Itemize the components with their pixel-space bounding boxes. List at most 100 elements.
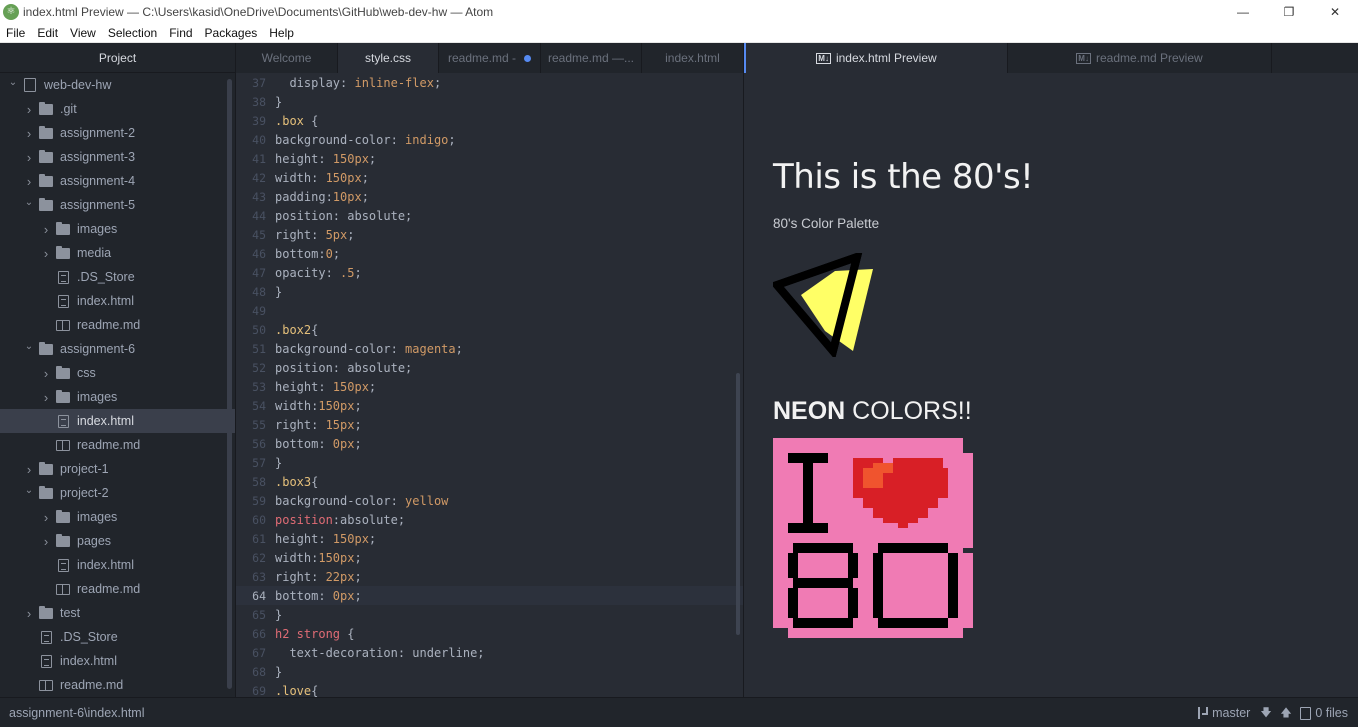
- code-line[interactable]: 40 background-color: indigo;: [236, 130, 744, 149]
- code-line[interactable]: 61 height: 150px;: [236, 529, 744, 548]
- tree-folder-assignment-5[interactable]: ⌄ assignment-5: [0, 193, 235, 217]
- code-line[interactable]: 65}: [236, 605, 744, 624]
- tree-file-readme-md[interactable]: readme.md: [0, 577, 235, 601]
- code-line[interactable]: 63 right: 22px;: [236, 567, 744, 586]
- code-token: .box: [275, 113, 304, 128]
- changed-files[interactable]: 0 files: [1300, 706, 1348, 720]
- code-token: 10px: [332, 189, 362, 204]
- maximize-button[interactable]: ❐: [1266, 0, 1312, 23]
- tree-folder-css[interactable]: › css: [0, 361, 235, 385]
- code-line[interactable]: 57}: [236, 453, 744, 472]
- tree-folder-project-1[interactable]: › project-1: [0, 457, 235, 481]
- menu-selection[interactable]: Selection: [102, 26, 163, 40]
- code-line[interactable]: 45 right: 5px;: [236, 225, 744, 244]
- code-line[interactable]: 46 bottom:0;: [236, 244, 744, 263]
- tree-folder-project-2[interactable]: ⌄ project-2: [0, 481, 235, 505]
- tree-scrollbar[interactable]: [227, 79, 232, 689]
- tree-folder-pages[interactable]: › pages: [0, 529, 235, 553]
- tree-folder-assignment-3[interactable]: › assignment-3: [0, 145, 235, 169]
- status-right: master 🡇 🡅 0 files: [1196, 698, 1358, 727]
- tab-readme-md[interactable]: readme.md -: [439, 43, 541, 73]
- tree-file--ds-store[interactable]: .DS_Store: [0, 265, 235, 289]
- code-line[interactable]: 47 opacity: .5;: [236, 263, 744, 282]
- folder-icon: [38, 341, 54, 356]
- tree-folder-assignment-4[interactable]: › assignment-4: [0, 169, 235, 193]
- menu-view[interactable]: View: [64, 26, 102, 40]
- tab-index-html-preview[interactable]: M↓ index.html Preview: [744, 43, 1008, 73]
- code-line[interactable]: 59 background-color: yellow: [236, 491, 744, 510]
- tree-file-index-html[interactable]: index.html: [0, 409, 235, 433]
- tree-item-label: media: [77, 246, 112, 260]
- git-push-button[interactable]: 🡅: [1280, 704, 1291, 723]
- code-token: ;: [354, 436, 362, 451]
- tree-file-index-html[interactable]: index.html: [0, 289, 235, 313]
- code-line[interactable]: 69 .love{: [236, 681, 744, 698]
- minimize-button[interactable]: —: [1220, 0, 1266, 23]
- code-line[interactable]: 54 width:150px;: [236, 396, 744, 415]
- code-line[interactable]: 55 right: 15px;: [236, 415, 744, 434]
- line-number: 38: [252, 94, 266, 109]
- menu-help[interactable]: Help: [263, 26, 300, 40]
- close-button[interactable]: ✕: [1312, 0, 1358, 23]
- tree-folder-assignment-6[interactable]: ⌄ assignment-6: [0, 337, 235, 361]
- tree-folder-test[interactable]: › test: [0, 601, 235, 625]
- code-line[interactable]: 41 height: 150px;: [236, 149, 744, 168]
- tree-file-readme-md[interactable]: readme.md: [0, 433, 235, 457]
- menu-file[interactable]: File: [0, 26, 31, 40]
- tab-index-html[interactable]: index.html: [642, 43, 744, 73]
- code-line[interactable]: 43 padding:10px;: [236, 187, 744, 206]
- code-line[interactable]: 39 .box {: [236, 111, 744, 130]
- code-line[interactable]: 51 background-color: magenta;: [236, 339, 744, 358]
- code-line[interactable]: 56 bottom: 0px;: [236, 434, 744, 453]
- folder-icon: [55, 509, 71, 524]
- code-editor[interactable]: 37 display: inline-flex; 38} 39 .box {40 bac…: [236, 73, 744, 697]
- tree-folder-assignment-2[interactable]: › assignment-2: [0, 121, 235, 145]
- tree-folder-web-dev-hw[interactable]: ⌄ web-dev-hw: [0, 73, 235, 97]
- tab-readme-md-preview[interactable]: M↓ readme.md Preview: [1008, 43, 1272, 73]
- code-text: right: 15px;: [266, 418, 362, 432]
- tab-style-css[interactable]: style.css: [338, 43, 439, 73]
- code-line[interactable]: 48}: [236, 282, 744, 301]
- code-line[interactable]: 53 height: 150px;: [236, 377, 744, 396]
- editor-scrollbar[interactable]: [736, 373, 740, 635]
- code-line[interactable]: 58 .box3{: [236, 472, 744, 491]
- tree-file--ds-store[interactable]: .DS_Store: [0, 625, 235, 649]
- code-line[interactable]: 67 text-decoration: underline;: [236, 643, 744, 662]
- code-line[interactable]: 52 position: absolute;: [236, 358, 744, 377]
- line-number: 42: [252, 170, 266, 185]
- tab-welcome[interactable]: Welcome: [236, 43, 338, 73]
- tab-readme-md-2[interactable]: readme.md —...: [541, 43, 642, 73]
- markdown-file-icon: [38, 678, 54, 692]
- code-line[interactable]: 38}: [236, 92, 744, 111]
- tree-file-index-html[interactable]: index.html: [0, 649, 235, 673]
- code-line[interactable]: 49: [236, 301, 744, 320]
- code-line[interactable]: 44 position: absolute;: [236, 206, 744, 225]
- code-line[interactable]: 68}: [236, 662, 744, 681]
- code-text: padding:10px;: [266, 190, 369, 204]
- code-line[interactable]: 62 width:150px;: [236, 548, 744, 567]
- menu-edit[interactable]: Edit: [31, 26, 64, 40]
- tree-folder--git[interactable]: › .git: [0, 97, 235, 121]
- tree-file-index-html[interactable]: index.html: [0, 553, 235, 577]
- file-icon: [38, 630, 54, 644]
- tree-item-label: web-dev-hw: [44, 78, 112, 92]
- code-line[interactable]: 50 .box2{: [236, 320, 744, 339]
- tree-folder-media[interactable]: › media: [0, 241, 235, 265]
- menu-find[interactable]: Find: [163, 26, 198, 40]
- code-line[interactable]: 66 h2 strong {: [236, 624, 744, 643]
- code-line[interactable]: 64 bottom: 0px;: [236, 586, 744, 605]
- git-fetch-button[interactable]: 🡇: [1260, 704, 1271, 723]
- tree-header[interactable]: Project: [0, 43, 235, 73]
- code-line[interactable]: 37 display: inline-flex;: [236, 73, 744, 92]
- git-branch[interactable]: master: [1196, 706, 1250, 720]
- tree-file-readme-md[interactable]: readme.md: [0, 313, 235, 337]
- line-number: 57: [252, 455, 266, 470]
- status-file-path[interactable]: assignment-6\index.html: [9, 706, 144, 720]
- tree-folder-images[interactable]: › images: [0, 505, 235, 529]
- code-line[interactable]: 42 width: 150px;: [236, 168, 744, 187]
- tree-folder-images[interactable]: › images: [0, 385, 235, 409]
- tree-folder-images[interactable]: › images: [0, 217, 235, 241]
- tree-file-readme-md[interactable]: readme.md: [0, 673, 235, 697]
- menu-packages[interactable]: Packages: [199, 26, 264, 40]
- code-line[interactable]: 60 position:absolute;: [236, 510, 744, 529]
